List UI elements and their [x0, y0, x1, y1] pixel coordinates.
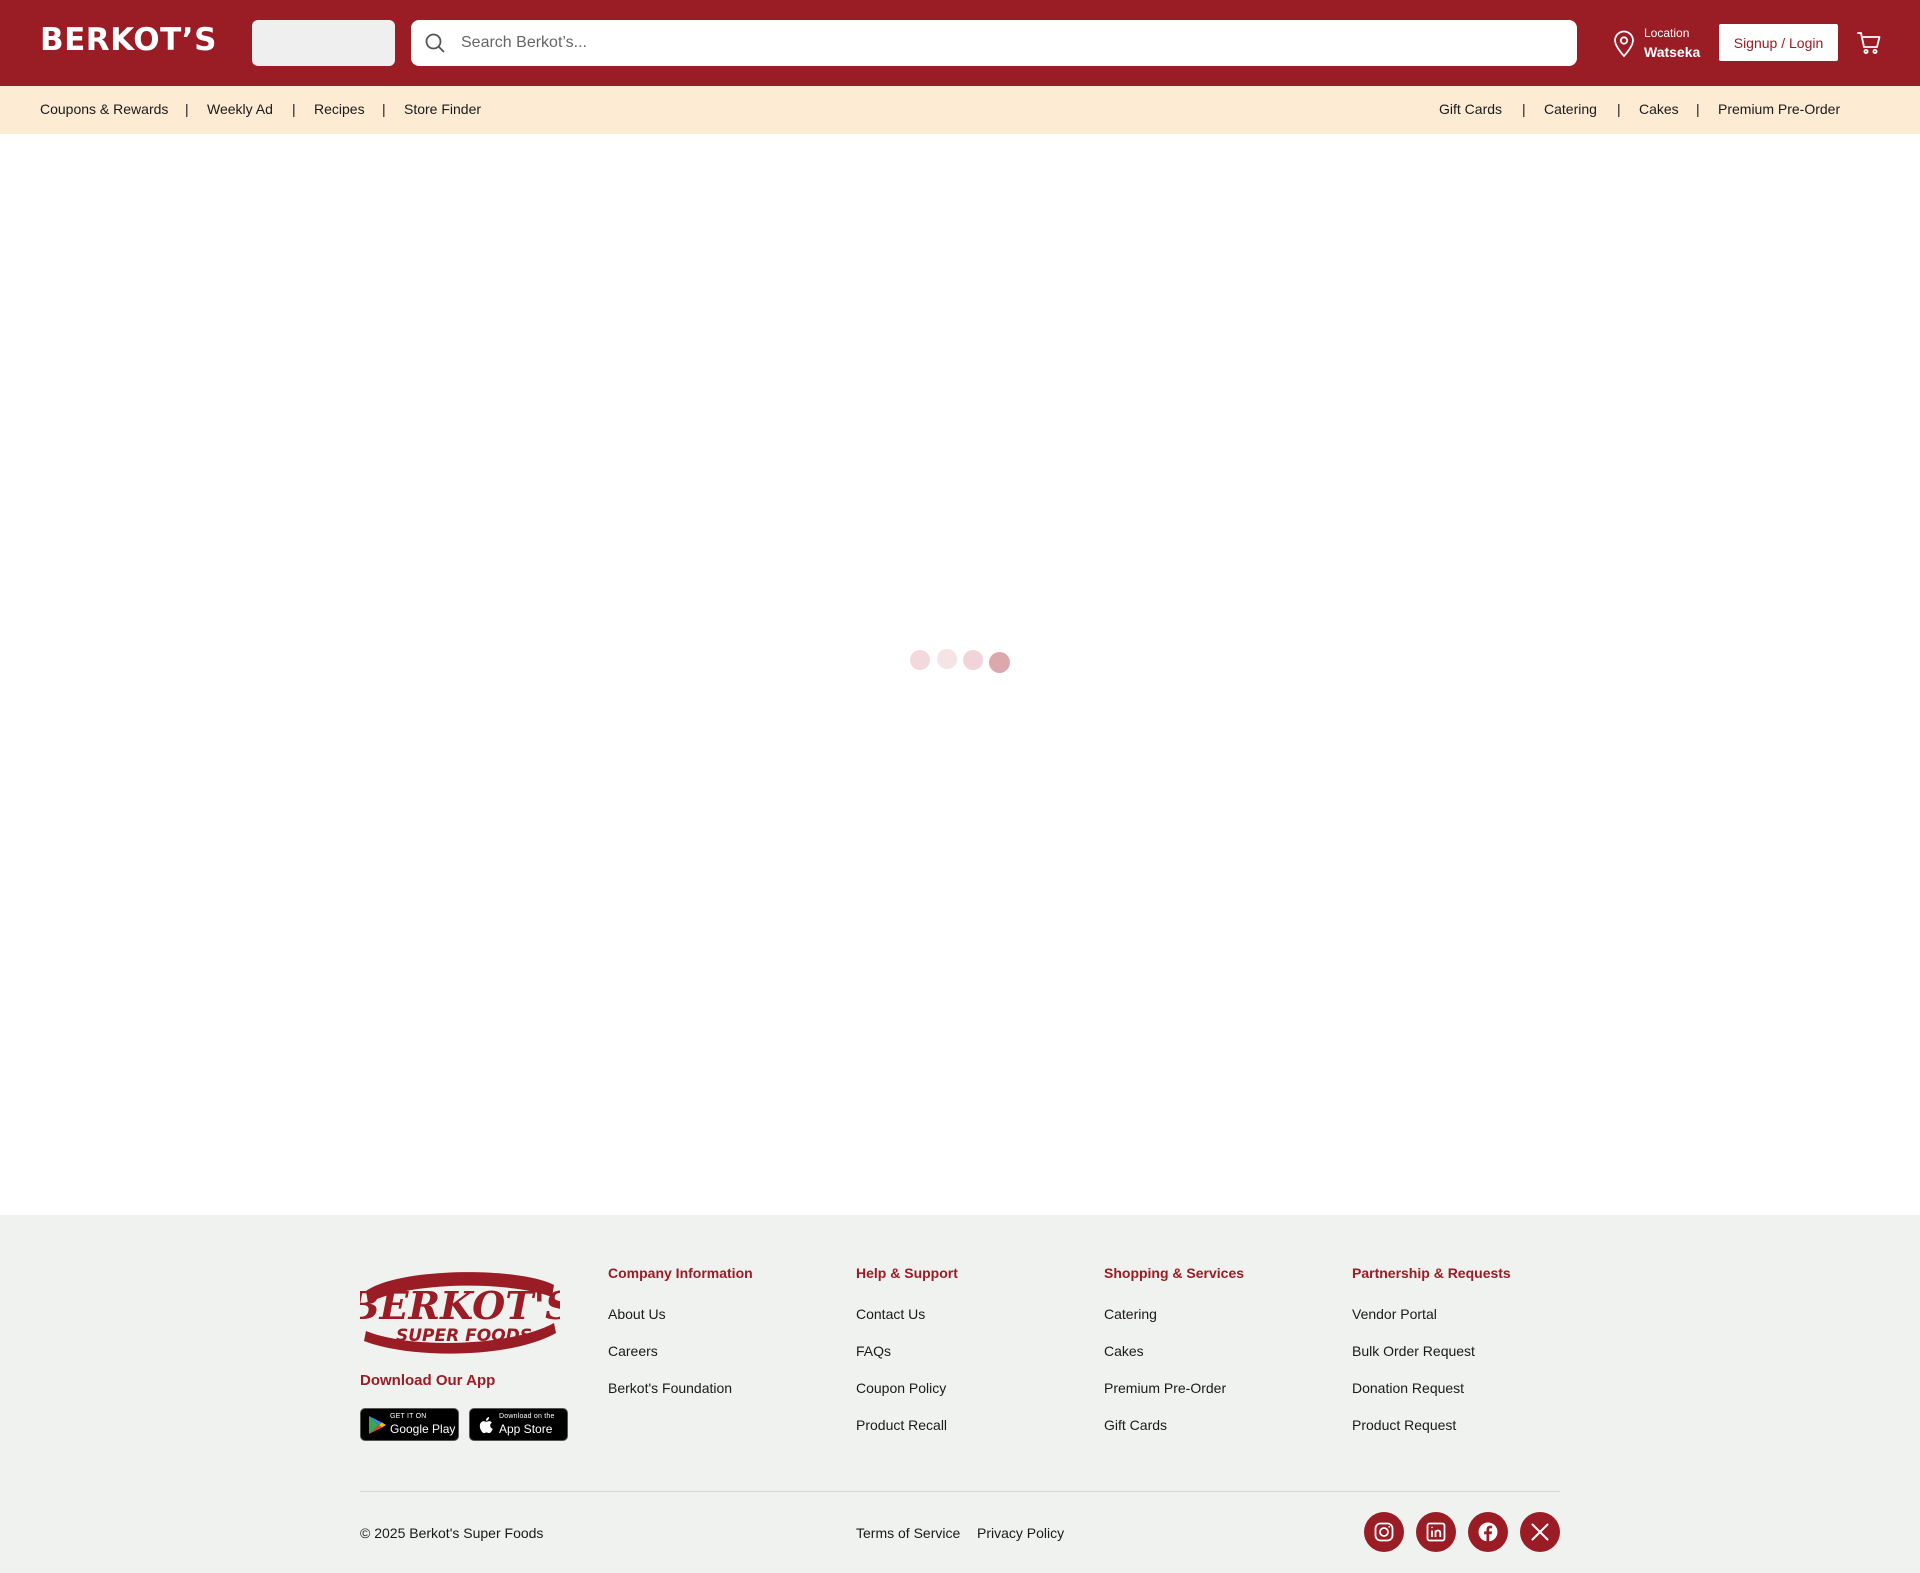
cart-icon[interactable]: [1856, 30, 1882, 56]
nav-cakes[interactable]: Cakes: [1639, 101, 1679, 117]
google-play-icon: [369, 1416, 386, 1434]
footer-logo-tagline: SUPER FOODS: [396, 1326, 532, 1346]
footer-col-title-partnership: Partnership & Requests: [1352, 1265, 1511, 1281]
instagram-icon: [1374, 1522, 1394, 1542]
location-label: Location: [1644, 26, 1690, 40]
footer-link-bulk-order[interactable]: Bulk Order Request: [1352, 1343, 1475, 1359]
linkedin-icon: [1426, 1522, 1446, 1542]
footer-link-careers[interactable]: Careers: [608, 1343, 658, 1359]
footer-link-product-recall[interactable]: Product Recall: [856, 1417, 947, 1433]
footer-link-coupon-policy[interactable]: Coupon Policy: [856, 1380, 946, 1396]
loading-dot: [989, 652, 1010, 673]
search-input[interactable]: [461, 20, 1561, 66]
store-selector[interactable]: [252, 20, 395, 66]
nav-recipes[interactable]: Recipes: [314, 101, 365, 117]
loading-indicator: [910, 648, 1020, 673]
footer-link-foundation[interactable]: Berkot's Foundation: [608, 1380, 732, 1396]
location-value: Watseka: [1644, 44, 1701, 60]
site-header: BERKOT’S Location Watseka Signup / Login: [0, 0, 1920, 86]
nav-separator: |: [1696, 101, 1700, 117]
footer-link-product-request[interactable]: Product Request: [1352, 1417, 1456, 1433]
site-footer: BERKOT'S SUPER FOODS Download Our App GE…: [0, 1215, 1920, 1573]
nav-separator: |: [1617, 101, 1621, 117]
nav-coupons-rewards[interactable]: Coupons & Rewards: [40, 101, 168, 117]
footer-col-title-help: Help & Support: [856, 1265, 958, 1281]
search-icon[interactable]: [423, 31, 447, 55]
footer-link-faqs[interactable]: FAQs: [856, 1343, 891, 1359]
apple-icon: [479, 1417, 493, 1434]
secondary-nav: Coupons & Rewards | Weekly Ad | Recipes …: [0, 86, 1920, 134]
footer-logo[interactable]: BERKOT'S SUPER FOODS: [360, 1263, 560, 1355]
privacy-policy-link[interactable]: Privacy Policy: [977, 1525, 1064, 1541]
nav-gift-cards[interactable]: Gift Cards: [1439, 101, 1502, 117]
linkedin-link[interactable]: [1416, 1512, 1456, 1552]
footer-link-contact-us[interactable]: Contact Us: [856, 1306, 925, 1322]
x-icon: [1531, 1523, 1549, 1541]
footer-col-title-company: Company Information: [608, 1265, 753, 1281]
footer-col-title-shopping: Shopping & Services: [1104, 1265, 1245, 1281]
footer-logo-wordmark: BERKOT'S: [360, 1283, 560, 1328]
google-play-small-text: GET IT ON: [390, 1413, 427, 1420]
footer-link-donation-request[interactable]: Donation Request: [1352, 1380, 1464, 1396]
google-play-big-text: Google Play: [390, 1422, 456, 1436]
loading-dot: [937, 649, 957, 669]
app-store-small-text: Download on the: [499, 1413, 555, 1420]
facebook-link[interactable]: [1468, 1512, 1508, 1552]
footer-link-cakes[interactable]: Cakes: [1104, 1343, 1144, 1359]
app-store-big-text: App Store: [499, 1422, 553, 1436]
terms-of-service-link[interactable]: Terms of Service: [856, 1525, 960, 1541]
footer-divider: [360, 1491, 1560, 1492]
footer-link-about-us[interactable]: About Us: [608, 1306, 666, 1322]
footer-link-vendor-portal[interactable]: Vendor Portal: [1352, 1306, 1437, 1322]
copyright-text: © 2025 Berkot's Super Foods: [360, 1525, 544, 1541]
x-link[interactable]: [1520, 1512, 1560, 1552]
nav-separator: |: [185, 101, 189, 117]
download-app-title: Download Our App: [360, 1372, 496, 1389]
nav-separator: |: [1522, 101, 1526, 117]
loading-dot: [963, 650, 983, 670]
footer-link-gift-cards[interactable]: Gift Cards: [1104, 1417, 1167, 1433]
nav-premium-pre-order[interactable]: Premium Pre-Order: [1718, 101, 1840, 117]
location-pin-icon: [1614, 30, 1634, 58]
nav-catering[interactable]: Catering: [1544, 101, 1597, 117]
site-logo[interactable]: BERKOT’S: [40, 22, 217, 58]
search-bar: [411, 20, 1577, 66]
nav-weekly-ad[interactable]: Weekly Ad: [207, 101, 273, 117]
nav-store-finder[interactable]: Store Finder: [404, 101, 481, 117]
footer-link-catering[interactable]: Catering: [1104, 1306, 1157, 1322]
signup-login-button[interactable]: Signup / Login: [1719, 24, 1838, 61]
loading-dot: [910, 650, 930, 670]
nav-separator: |: [382, 101, 386, 117]
footer-link-premium-pre-order[interactable]: Premium Pre-Order: [1104, 1380, 1226, 1396]
instagram-link[interactable]: [1364, 1512, 1404, 1552]
nav-separator: |: [292, 101, 296, 117]
app-store-badge[interactable]: Download on the App Store: [469, 1408, 568, 1441]
facebook-icon: [1478, 1522, 1498, 1542]
google-play-badge[interactable]: GET IT ON Google Play: [360, 1408, 459, 1441]
